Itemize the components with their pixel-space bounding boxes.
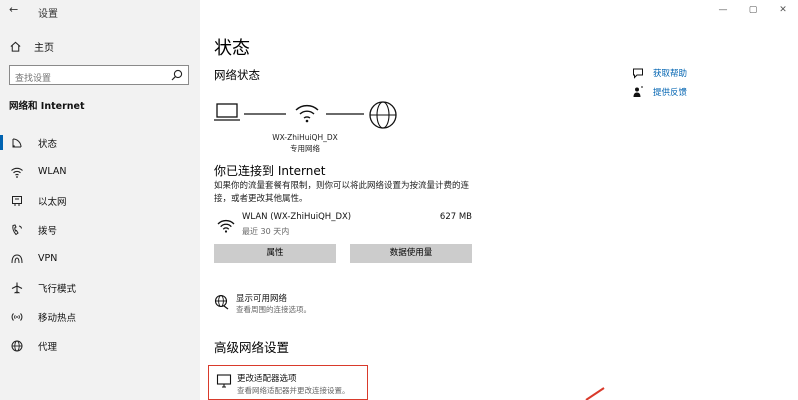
show-networks-title: 显示可用网络 [236, 294, 288, 304]
show-networks-icon [214, 294, 229, 310]
search-box[interactable] [9, 65, 189, 88]
show-networks-description: 查看周围的连接选项。 [236, 305, 311, 314]
window-title: 设置 [38, 9, 58, 20]
airplane-icon [11, 282, 23, 294]
feedback-person-icon [633, 86, 643, 97]
page-title: 状态 [214, 38, 250, 59]
sidebar: ← 设置 主页 网络和 Internet 状态 WLA [0, 0, 200, 400]
sidebar-item-label: 移动热点 [38, 312, 77, 324]
home-icon [10, 41, 21, 52]
sidebar-item-label: 代理 [38, 341, 58, 353]
properties-button[interactable]: 属性 [214, 244, 336, 263]
wlan-usage-period: 最近 30 天内 [242, 227, 290, 236]
sidebar-item-airplane[interactable]: 飞行模式 [0, 273, 200, 302]
main-content: — ▢ ✕ 状态 网络状态 WX-ZhiHuiQH_DX 专用网络 你已连接到 … [200, 0, 798, 400]
wifi-icon [217, 219, 235, 233]
adapter-options-description: 查看网络适配器并更改连接设置。 [237, 386, 350, 395]
window-controls: — ▢ ✕ [708, 2, 798, 18]
sidebar-item-label: 状态 [38, 138, 58, 150]
search-input[interactable] [10, 70, 160, 88]
wlan-name: WLAN (WX-ZhiHuiQH_DX) [242, 212, 352, 222]
globe-icon [11, 340, 23, 351]
adapter-options-title: 更改适配器选项 [237, 374, 297, 384]
chat-bubble-icon [633, 68, 643, 79]
wlan-connection-row: WLAN (WX-ZhiHuiQH_DX) 最近 30 天内 627 MB [214, 211, 472, 239]
connected-description: 如果你的流量套餐有限制，则你可以将此网络设置为按流量计费的连接，或者更改其他属性… [214, 181, 470, 204]
sidebar-item-dialup[interactable]: 拨号 [0, 215, 200, 244]
internet-globe-icon [369, 101, 397, 129]
adapter-monitor-icon [216, 374, 232, 388]
get-help-label: 获取帮助 [653, 68, 688, 79]
minimize-button[interactable]: — [708, 2, 738, 18]
home-label: 主页 [34, 42, 54, 54]
wifi-status-icon [295, 104, 319, 123]
home-link[interactable]: 主页 [9, 38, 54, 54]
data-usage-button[interactable]: 数据使用量 [350, 244, 472, 263]
back-arrow-icon[interactable]: ← [9, 3, 18, 16]
sidebar-item-status[interactable]: 状态 [0, 128, 200, 157]
sidebar-item-proxy[interactable]: 代理 [0, 331, 200, 360]
sidebar-item-hotspot[interactable]: 移动热点 [0, 302, 200, 331]
feedback-label: 提供反馈 [653, 87, 688, 98]
maximize-button[interactable]: ▢ [738, 2, 768, 18]
wifi-icon [11, 167, 23, 178]
network-name: WX-ZhiHuiQH_DX [272, 133, 338, 142]
sidebar-item-label: 飞行模式 [38, 283, 77, 295]
sidebar-nav: 状态 WLAN 以太网 拨号 VPN 飞行模式 移动热点 代理 [0, 128, 200, 360]
help-panel: 获取帮助 提供反馈 [632, 63, 687, 101]
sidebar-item-label: 以太网 [38, 196, 67, 208]
change-adapter-options-link[interactable]: 更改适配器选项 查看网络适配器并更改连接设置。 [208, 365, 368, 400]
sidebar-item-wlan[interactable]: WLAN [0, 157, 200, 186]
hotspot-icon [11, 312, 23, 321]
connected-title: 你已连接到 Internet [214, 164, 326, 178]
sidebar-item-vpn[interactable]: VPN [0, 244, 200, 273]
get-help-link[interactable]: 获取帮助 [632, 63, 687, 82]
sidebar-item-label: 拨号 [38, 225, 58, 237]
red-arrow-annotation [585, 387, 605, 400]
section-label: 网络和 Internet [9, 101, 85, 112]
feedback-link[interactable]: 提供反馈 [632, 82, 687, 101]
home-network-icon [12, 138, 22, 147]
close-button[interactable]: ✕ [768, 2, 798, 18]
network-type: 专用网络 [290, 144, 320, 153]
laptop-icon [214, 103, 240, 121]
search-icon[interactable] [170, 68, 184, 82]
sidebar-item-label: VPN [38, 253, 58, 264]
ethernet-icon [12, 195, 22, 206]
vpn-icon [11, 253, 23, 263]
sidebar-item-ethernet[interactable]: 以太网 [0, 186, 200, 215]
sidebar-item-label: WLAN [38, 166, 67, 177]
network-status-heading: 网络状态 [214, 68, 260, 82]
wlan-data-size: 627 MB [439, 212, 472, 222]
advanced-settings-heading: 高级网络设置 [214, 340, 290, 355]
dialup-icon [12, 223, 22, 235]
